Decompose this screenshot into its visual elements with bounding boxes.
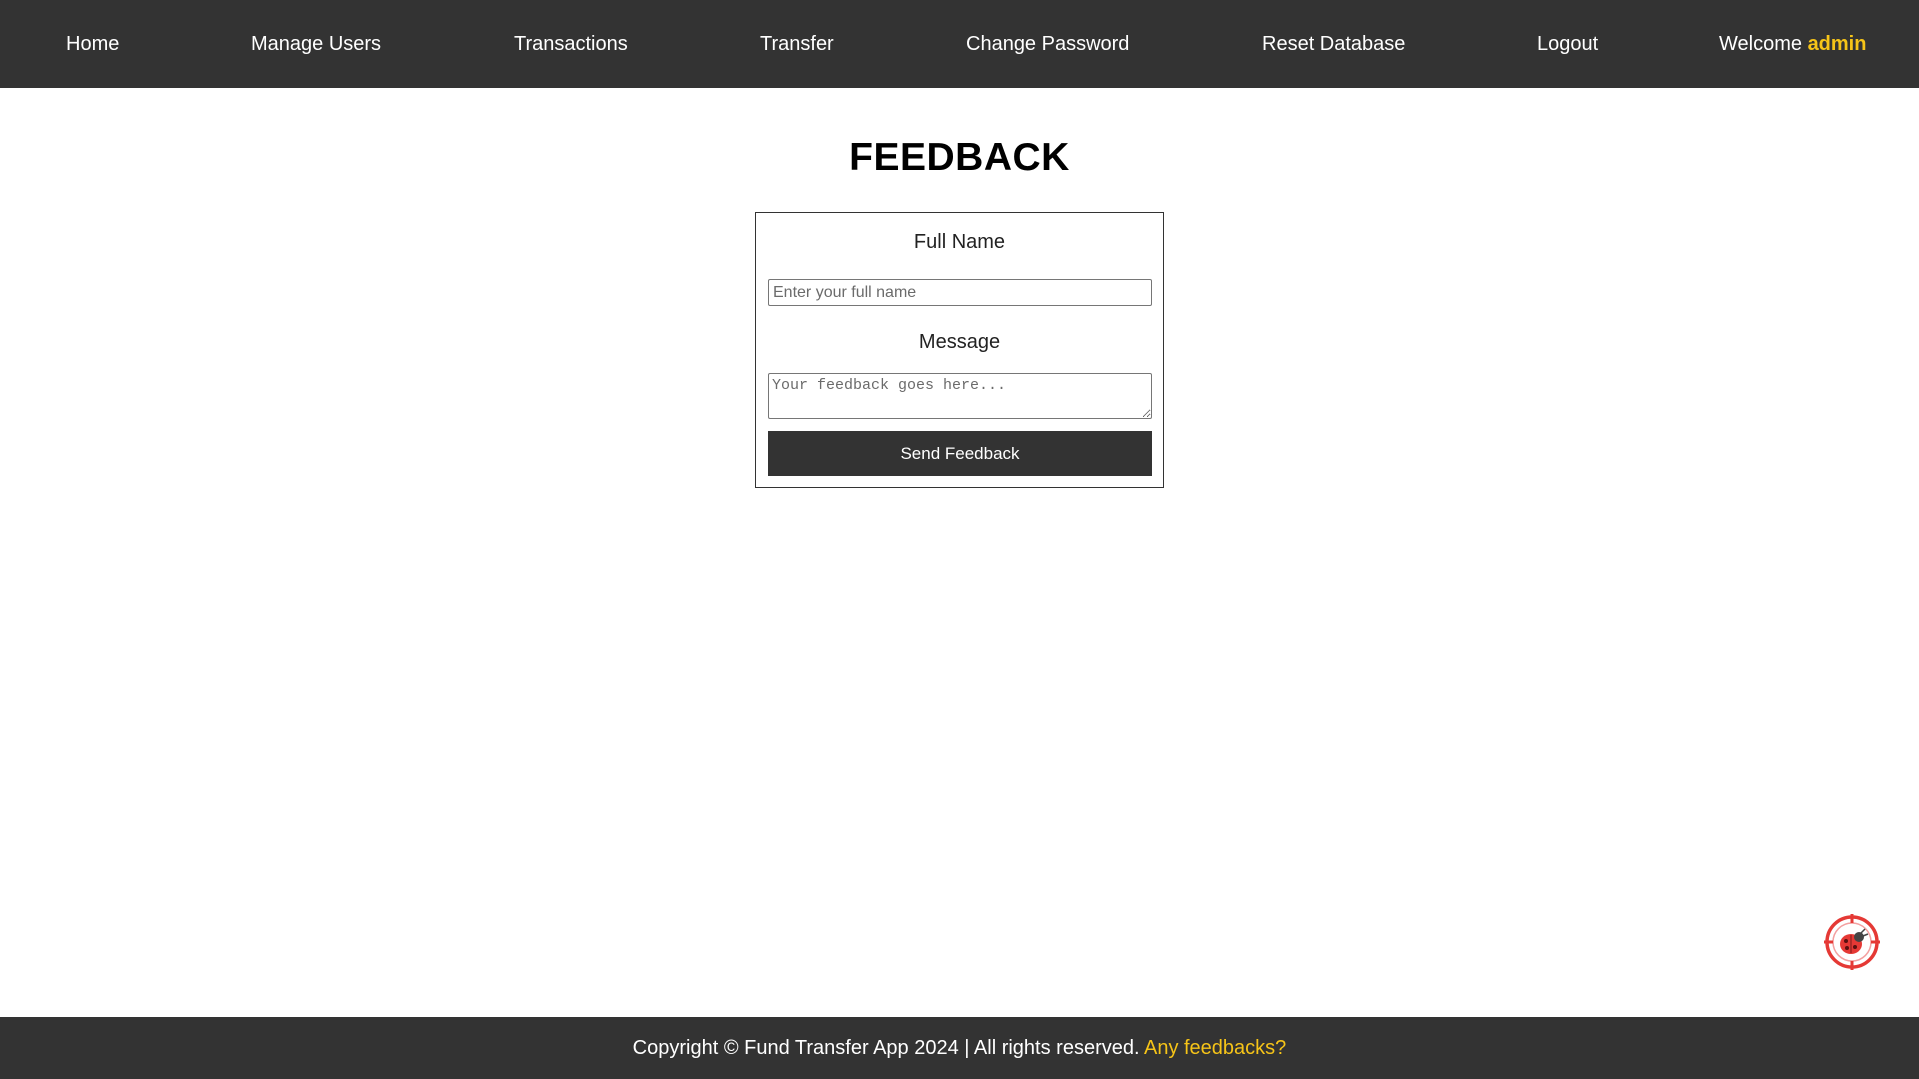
page-title: FEEDBACK (849, 136, 1070, 179)
nav-change-password-link[interactable]: Change Password (966, 0, 1129, 88)
feedback-form: Full Name Message Send Feedback (755, 212, 1164, 488)
nav-home-link[interactable]: Home (66, 0, 119, 88)
full-name-label: Full Name (913, 231, 1006, 253)
feedback-link[interactable]: Any feedbacks? (1144, 1037, 1286, 1059)
welcome-prefix: Welcome (1719, 33, 1802, 55)
welcome-message: Welcome admin (1719, 0, 1866, 88)
top-navbar: Home Manage Users Transactions Transfer … (0, 0, 1919, 88)
message-label: Message (918, 331, 1001, 353)
nav-transfer-link[interactable]: Transfer (760, 0, 834, 88)
copyright-text: Copyright © Fund Transfer App 2024 | All… (632, 1037, 1140, 1059)
page: Home Manage Users Transactions Transfer … (0, 0, 1919, 1079)
full-name-input[interactable] (768, 279, 1152, 306)
page-footer: Copyright © Fund Transfer App 2024 | All… (0, 1017, 1919, 1079)
bug-report-widget[interactable] (1823, 913, 1881, 971)
nav-transactions-link[interactable]: Transactions (514, 0, 628, 88)
nav-logout-link[interactable]: Logout (1537, 0, 1598, 88)
ladybug-target-icon (1824, 914, 1880, 970)
send-feedback-button[interactable]: Send Feedback (768, 431, 1152, 476)
message-textarea[interactable] (768, 373, 1152, 419)
nav-reset-database-link[interactable]: Reset Database (1262, 0, 1405, 88)
nav-manage-users-link[interactable]: Manage Users (251, 0, 381, 88)
welcome-username: admin (1807, 33, 1867, 55)
